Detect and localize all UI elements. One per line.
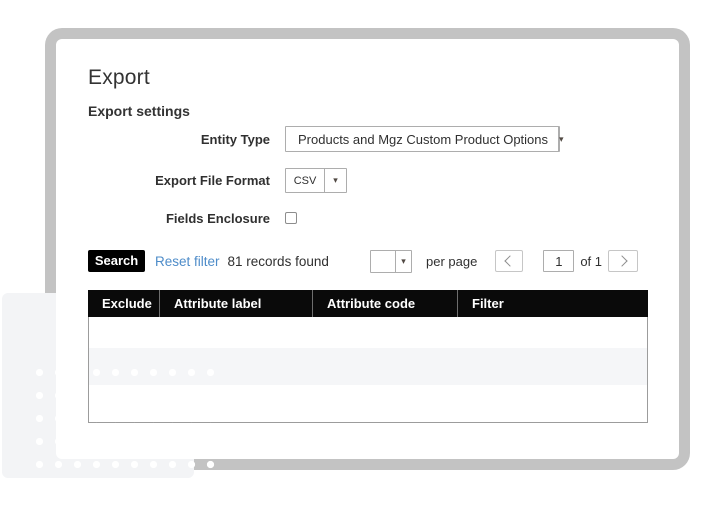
table-row — [89, 317, 647, 348]
pagination: ▾ per page of 1 — [369, 249, 638, 273]
chevron-left-icon — [504, 255, 516, 267]
column-header-exclude[interactable]: Exclude — [88, 290, 159, 317]
table-row — [89, 348, 647, 385]
per-page-select[interactable]: ▾ — [369, 249, 412, 273]
entity-type-select[interactable]: Products and Mgz Custom Product Options … — [285, 126, 564, 152]
per-page-value — [371, 251, 395, 272]
entity-type-value: Products and Mgz Custom Product Options — [298, 131, 549, 147]
table-row — [89, 385, 647, 422]
column-header-attribute-code[interactable]: Attribute code — [312, 290, 457, 317]
chevron-down-icon: ▾ — [324, 169, 346, 192]
attributes-grid: Exclude Attribute label Attribute code F… — [88, 290, 648, 423]
file-format-label: Export File Format — [155, 173, 270, 188]
page-title: Export — [88, 66, 150, 89]
per-page-label: per page — [425, 253, 478, 269]
fields-enclosure-row: Fields Enclosure — [56, 209, 297, 227]
grid-header-row: Exclude Attribute label Attribute code F… — [88, 290, 648, 317]
previous-page-button[interactable] — [495, 250, 524, 272]
chevron-down-icon: ▾ — [558, 127, 564, 151]
file-format-row: Export File Format CSV ▾ — [56, 168, 347, 193]
fields-enclosure-checkbox[interactable] — [285, 212, 297, 224]
chevron-right-icon — [616, 255, 628, 267]
entity-type-label: Entity Type — [200, 131, 270, 147]
records-found-text: 81 records found — [227, 253, 329, 269]
entity-type-row: Entity Type Products and Mgz Custom Prod… — [56, 126, 564, 152]
page-number-input[interactable] — [543, 250, 575, 272]
grid-toolbar: Search Reset filter 81 records found ▾ p… — [88, 249, 648, 273]
page-count-text: of 1 — [580, 253, 602, 269]
section-title: Export settings — [88, 103, 190, 119]
grid-body — [88, 317, 648, 423]
next-page-button[interactable] — [608, 250, 638, 272]
column-header-attribute-label[interactable]: Attribute label — [159, 290, 312, 317]
file-format-select[interactable]: CSV ▾ — [285, 168, 347, 193]
column-header-filter[interactable]: Filter — [457, 290, 648, 317]
chevron-down-icon: ▾ — [394, 250, 411, 272]
search-button[interactable]: Search — [88, 250, 145, 272]
file-format-value: CSV — [293, 174, 317, 187]
page-background: Export Export settings Entity Type Produ… — [0, 0, 724, 521]
reset-filter-link[interactable]: Reset filter — [155, 254, 220, 269]
fields-enclosure-label: Fields Enclosure — [165, 210, 270, 226]
export-card: Export Export settings Entity Type Produ… — [56, 39, 679, 459]
